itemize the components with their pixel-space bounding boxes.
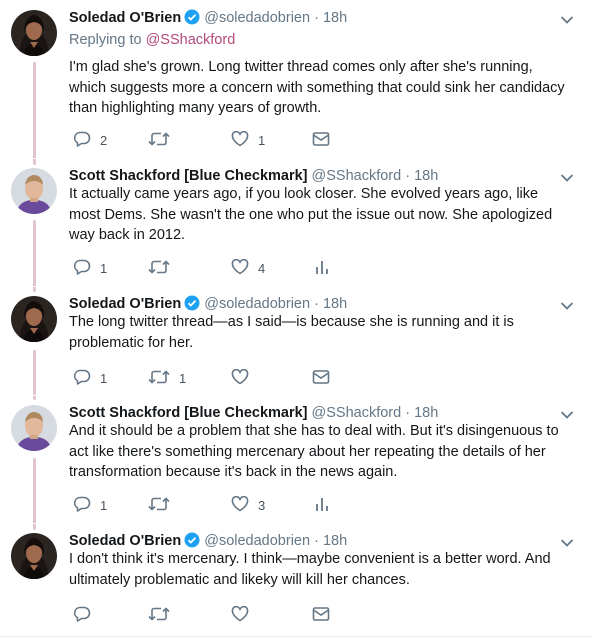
tweet[interactable]: Scott Shackford [Blue Checkmark] @SShackf… bbox=[0, 395, 592, 523]
timestamp[interactable]: 18h bbox=[414, 168, 438, 184]
display-name[interactable]: Scott Shackford [Blue Checkmark] bbox=[69, 405, 308, 421]
analytics-button[interactable] bbox=[315, 495, 329, 515]
chevron-down-icon[interactable] bbox=[560, 12, 574, 24]
reply-button[interactable] bbox=[73, 605, 100, 625]
reply-button[interactable]: 1 bbox=[73, 368, 107, 388]
like-count: 3 bbox=[258, 497, 266, 513]
reply-icon bbox=[73, 259, 91, 278]
chevron-down-icon[interactable] bbox=[560, 535, 574, 547]
tweet-text: The long twitter thread—as I said—is bec… bbox=[69, 314, 514, 351]
separator-dot: · bbox=[314, 296, 319, 312]
chevron-down-icon[interactable] bbox=[560, 298, 574, 310]
replying-to-link[interactable]: @SShackford bbox=[146, 32, 236, 48]
reply-button[interactable]: 1 bbox=[73, 258, 107, 278]
tweet-header: Soledad O'Brien @soledadobrien · 18h bbox=[69, 9, 347, 30]
tweet[interactable]: Soledad O'Brien @soledadobrien · 18h I don… bbox=[0, 523, 592, 633]
display-name[interactable]: Soledad O'Brien bbox=[69, 10, 181, 26]
handle[interactable]: @soledadobrien bbox=[204, 533, 310, 549]
retweet-button[interactable] bbox=[148, 495, 179, 515]
like-count: 1 bbox=[258, 132, 266, 148]
reply-button[interactable]: 1 bbox=[73, 495, 107, 515]
timestamp[interactable]: 18h bbox=[323, 296, 347, 312]
retweet-icon bbox=[148, 496, 170, 515]
replying-to: Replying to @SShackford bbox=[69, 31, 235, 49]
like-icon bbox=[231, 495, 249, 515]
reply-count: 1 bbox=[100, 497, 108, 513]
separator-dot: · bbox=[314, 533, 319, 549]
retweet-count: 1 bbox=[179, 370, 187, 386]
chevron-down-icon[interactable] bbox=[560, 407, 574, 419]
message-icon bbox=[312, 606, 330, 625]
tweet-text: And it should be a problem that she has … bbox=[69, 423, 559, 480]
chevron-down-icon[interactable] bbox=[560, 170, 574, 182]
reply-icon bbox=[73, 496, 91, 515]
reply-button[interactable]: 2 bbox=[73, 130, 107, 150]
avatar[interactable] bbox=[11, 296, 57, 342]
tweet-header: Scott Shackford [Blue Checkmark] @SShackf… bbox=[69, 167, 438, 185]
separator-dot: · bbox=[314, 10, 319, 26]
separator-dot: · bbox=[405, 405, 411, 421]
display-name[interactable]: Soledad O'Brien bbox=[69, 296, 181, 312]
like-button[interactable]: 4 bbox=[231, 258, 265, 278]
reply-icon bbox=[73, 369, 91, 388]
avatar[interactable] bbox=[11, 168, 57, 214]
timestamp[interactable]: 18h bbox=[414, 405, 438, 421]
retweet-icon bbox=[148, 606, 170, 625]
analytics-button[interactable] bbox=[315, 258, 329, 278]
avatar[interactable] bbox=[11, 10, 57, 56]
tweet[interactable]: Scott Shackford [Blue Checkmark] @SShackf… bbox=[0, 158, 592, 286]
handle[interactable]: @soledadobrien bbox=[204, 296, 310, 312]
timestamp[interactable]: 18h bbox=[323, 533, 347, 549]
message-button[interactable] bbox=[312, 368, 330, 388]
analytics-icon bbox=[315, 259, 329, 278]
handle[interactable]: @soledadobrien bbox=[204, 10, 310, 26]
like-button[interactable]: 1 bbox=[231, 130, 265, 150]
verified-icon bbox=[184, 9, 200, 30]
tweet[interactable]: Soledad O'Brien @soledadobrien · 18h The l… bbox=[0, 286, 592, 396]
like-icon bbox=[231, 368, 249, 388]
like-count: 4 bbox=[258, 260, 266, 276]
tweet-text: I don't think it's mercenary. I think—ma… bbox=[69, 551, 551, 588]
message-icon bbox=[312, 131, 330, 150]
retweet-button[interactable] bbox=[148, 130, 179, 150]
reply-count: 2 bbox=[100, 132, 108, 148]
avatar[interactable] bbox=[11, 405, 57, 451]
retweet-icon bbox=[148, 369, 170, 388]
like-icon bbox=[231, 258, 249, 278]
like-button[interactable]: 3 bbox=[231, 495, 265, 515]
tweet-header: Scott Shackford [Blue Checkmark] @SShackf… bbox=[69, 404, 438, 422]
like-icon bbox=[231, 130, 249, 150]
like-icon bbox=[231, 605, 249, 625]
avatar[interactable] bbox=[11, 533, 57, 579]
retweet-button[interactable]: 1 bbox=[148, 368, 186, 388]
tweet[interactable]: Soledad O'Brien @soledadobrien · 18h Reply… bbox=[0, 0, 592, 158]
display-name[interactable]: Scott Shackford [Blue Checkmark] bbox=[69, 168, 308, 184]
message-button[interactable] bbox=[312, 130, 330, 150]
message-icon bbox=[312, 369, 330, 388]
retweet-button[interactable] bbox=[148, 258, 179, 278]
reply-count: 1 bbox=[100, 370, 108, 386]
retweet-button[interactable] bbox=[148, 605, 179, 625]
retweet-icon bbox=[148, 259, 170, 278]
tweet-text: It actually came years ago, if you look … bbox=[69, 186, 553, 243]
reply-icon bbox=[73, 606, 91, 625]
separator-dot: · bbox=[405, 168, 411, 184]
bottom-border bbox=[0, 636, 592, 637]
handle[interactable]: @SShackford bbox=[312, 405, 402, 421]
reply-icon bbox=[73, 131, 91, 150]
analytics-icon bbox=[315, 496, 329, 515]
replying-prefix: Replying to bbox=[69, 32, 146, 48]
like-button[interactable] bbox=[231, 605, 258, 625]
tweet-text: I'm glad she's grown. Long twitter threa… bbox=[69, 59, 565, 116]
like-button[interactable] bbox=[231, 368, 258, 388]
retweet-icon bbox=[148, 131, 170, 150]
message-button[interactable] bbox=[312, 605, 330, 625]
handle[interactable]: @SShackford bbox=[312, 168, 402, 184]
display-name[interactable]: Soledad O'Brien bbox=[69, 533, 181, 549]
reply-count: 1 bbox=[100, 260, 108, 276]
timestamp[interactable]: 18h bbox=[323, 10, 347, 26]
